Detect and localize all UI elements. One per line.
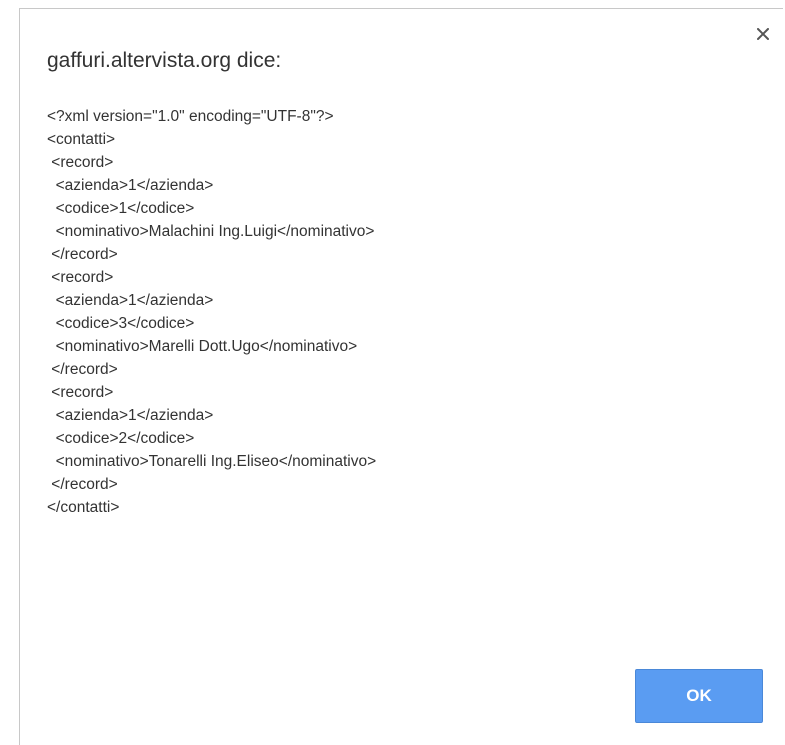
dialog-message: <?xml version="1.0" encoding="UTF-8"?> <… <box>47 105 376 519</box>
message-line: <azienda>1</azienda> <box>47 407 214 424</box>
message-line: <nominativo>Marelli Dott.Ugo</nominativo… <box>47 338 358 355</box>
message-line: <?xml version="1.0" encoding="UTF-8"?> <box>47 108 334 125</box>
message-line: </record> <box>47 476 118 493</box>
close-button[interactable] <box>751 22 775 46</box>
message-line: </contatti> <box>47 499 120 516</box>
message-line: <azienda>1</azienda> <box>47 292 214 309</box>
message-line: <record> <box>47 269 114 286</box>
message-line: <codice>1</codice> <box>47 200 195 217</box>
message-line: <nominativo>Malachini Ing.Luigi</nominat… <box>47 223 375 240</box>
message-line: <record> <box>47 154 114 171</box>
message-line: </record> <box>47 246 118 263</box>
message-line: <codice>2</codice> <box>47 430 195 447</box>
dialog-title: gaffuri.altervista.org dice: <box>47 49 282 72</box>
message-line: <nominativo>Tonarelli Ing.Eliseo</nomina… <box>47 453 377 470</box>
message-line: <azienda>1</azienda> <box>47 177 214 194</box>
message-line: <record> <box>47 384 114 401</box>
close-icon <box>757 28 769 40</box>
message-line: </record> <box>47 361 118 378</box>
alert-dialog: gaffuri.altervista.org dice: <?xml versi… <box>19 8 783 745</box>
message-line: <codice>3</codice> <box>47 315 195 332</box>
ok-button[interactable]: OK <box>635 669 763 723</box>
message-line: <contatti> <box>47 131 116 148</box>
